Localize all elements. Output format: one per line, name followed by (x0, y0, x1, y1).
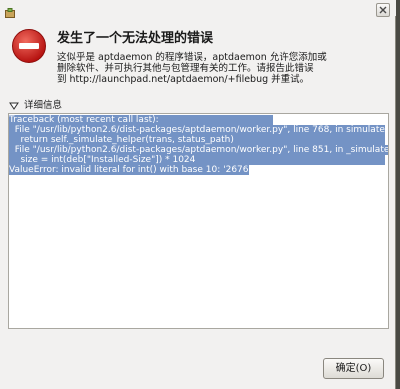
expander-arrow-icon (9, 102, 19, 110)
traceback-line: return self._simulate_helper(trans, stat… (9, 135, 385, 145)
traceback-line: ValueError: invalid literal for int() wi… (9, 165, 249, 175)
error-message: 这似乎是 aptdaemon 的程序错误，aptdaemon 允许您添加或 删除… (57, 52, 327, 85)
ok-button[interactable]: 确定(O) (323, 358, 384, 379)
close-button[interactable] (376, 3, 390, 17)
traceback-text-view[interactable]: Traceback (most recent call last): File … (8, 113, 389, 329)
traceback-line: size = int(deb["Installed-Size"]) * 1024 (9, 155, 385, 165)
title-bar (0, 0, 396, 18)
error-dialog-window: 发生了一个无法处理的错误 这似乎是 aptdaemon 的程序错误，aptdae… (0, 0, 396, 389)
details-label: 详细信息 (24, 100, 63, 111)
traceback-line: Traceback (most recent call last): (9, 115, 273, 125)
message-line: 删除软件、并可执行其他与包管理有关的工作。请报告此错误 (57, 63, 314, 74)
error-heading: 发生了一个无法处理的错误 (57, 31, 214, 46)
traceback-line: File "/usr/lib/python2.6/dist-packages/a… (9, 125, 385, 135)
traceback-line: File "/usr/lib/python2.6/dist-packages/a… (9, 145, 388, 155)
error-icon (11, 28, 47, 64)
message-line: 到 http://launchpad.net/aptdaemon/+filebu… (57, 74, 310, 85)
message-line: 这似乎是 aptdaemon 的程序错误，aptdaemon 允许您添加或 (57, 52, 327, 63)
close-icon (379, 6, 387, 14)
package-icon (5, 3, 15, 18)
